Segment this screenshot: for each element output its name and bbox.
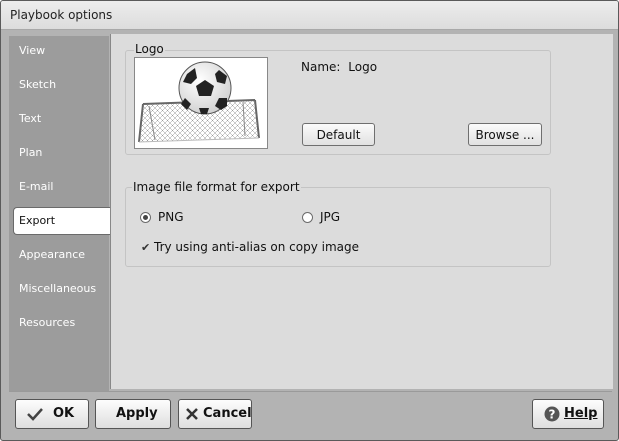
png-radio-dot: [143, 215, 148, 220]
apply-label: Apply: [116, 406, 158, 421]
png-radio[interactable]: [140, 212, 151, 223]
check-icon: [27, 408, 43, 421]
browse-button[interactable]: Browse ...: [468, 123, 542, 146]
sidebar-item-sketch[interactable]: Sketch: [9, 71, 109, 99]
png-label[interactable]: PNG: [158, 210, 184, 224]
sidebar-item-resources[interactable]: Resources: [9, 309, 109, 337]
soccer-goal-ball-icon: [138, 61, 260, 143]
sidebar-item-view[interactable]: View: [9, 37, 109, 65]
help-label: Help: [564, 406, 598, 421]
logo-group-title: Logo: [134, 42, 165, 56]
antialias-checkbox[interactable]: ✔: [141, 241, 150, 254]
logo-name-row: Name: Logo: [301, 60, 377, 74]
close-icon: [186, 408, 198, 420]
sidebar-item-plan[interactable]: Plan: [9, 139, 109, 167]
sidebar-item-email[interactable]: E-mail: [9, 173, 109, 201]
help-button[interactable]: ? Help: [532, 399, 604, 429]
sidebar-item-appearance[interactable]: Appearance: [9, 241, 109, 269]
button-bar: OK Apply Cancel ? Help: [9, 391, 612, 434]
ok-label: OK: [53, 406, 75, 421]
jpg-radio[interactable]: [302, 212, 313, 223]
antialias-label[interactable]: Try using anti-alias on copy image: [154, 240, 359, 254]
svg-text:?: ?: [549, 408, 556, 422]
apply-button[interactable]: Apply: [95, 399, 171, 429]
logo-name-value: Logo: [348, 60, 378, 74]
default-button[interactable]: Default: [302, 123, 375, 146]
options-dialog: Playbook options View Sketch Text Plan E…: [0, 0, 619, 441]
logo-name-label: Name:: [301, 60, 341, 74]
logo-group: Logo Name: Logo Default Browse ...: [125, 42, 551, 155]
sidebar-item-text[interactable]: Text: [9, 105, 109, 133]
title-bar[interactable]: Playbook options: [1, 1, 618, 30]
sidebar-item-miscellaneous[interactable]: Miscellaneous: [9, 275, 109, 303]
export-format-group: Image file format for export PNG JPG ✔ T…: [125, 180, 551, 267]
help-icon: ?: [544, 406, 560, 422]
export-format-title: Image file format for export: [132, 180, 301, 194]
cancel-label: Cancel: [203, 406, 252, 421]
cancel-button[interactable]: Cancel: [178, 399, 252, 429]
logo-preview: [134, 57, 268, 149]
sidebar-item-export[interactable]: Export: [13, 207, 114, 235]
jpg-label[interactable]: JPG: [320, 210, 340, 224]
sidebar: View Sketch Text Plan E-mail Export Appe…: [9, 36, 114, 391]
export-panel: Logo Name: Logo Default Browse ... Image…: [110, 34, 613, 389]
window-title: Playbook options: [10, 8, 113, 22]
ok-button[interactable]: OK: [15, 399, 89, 429]
